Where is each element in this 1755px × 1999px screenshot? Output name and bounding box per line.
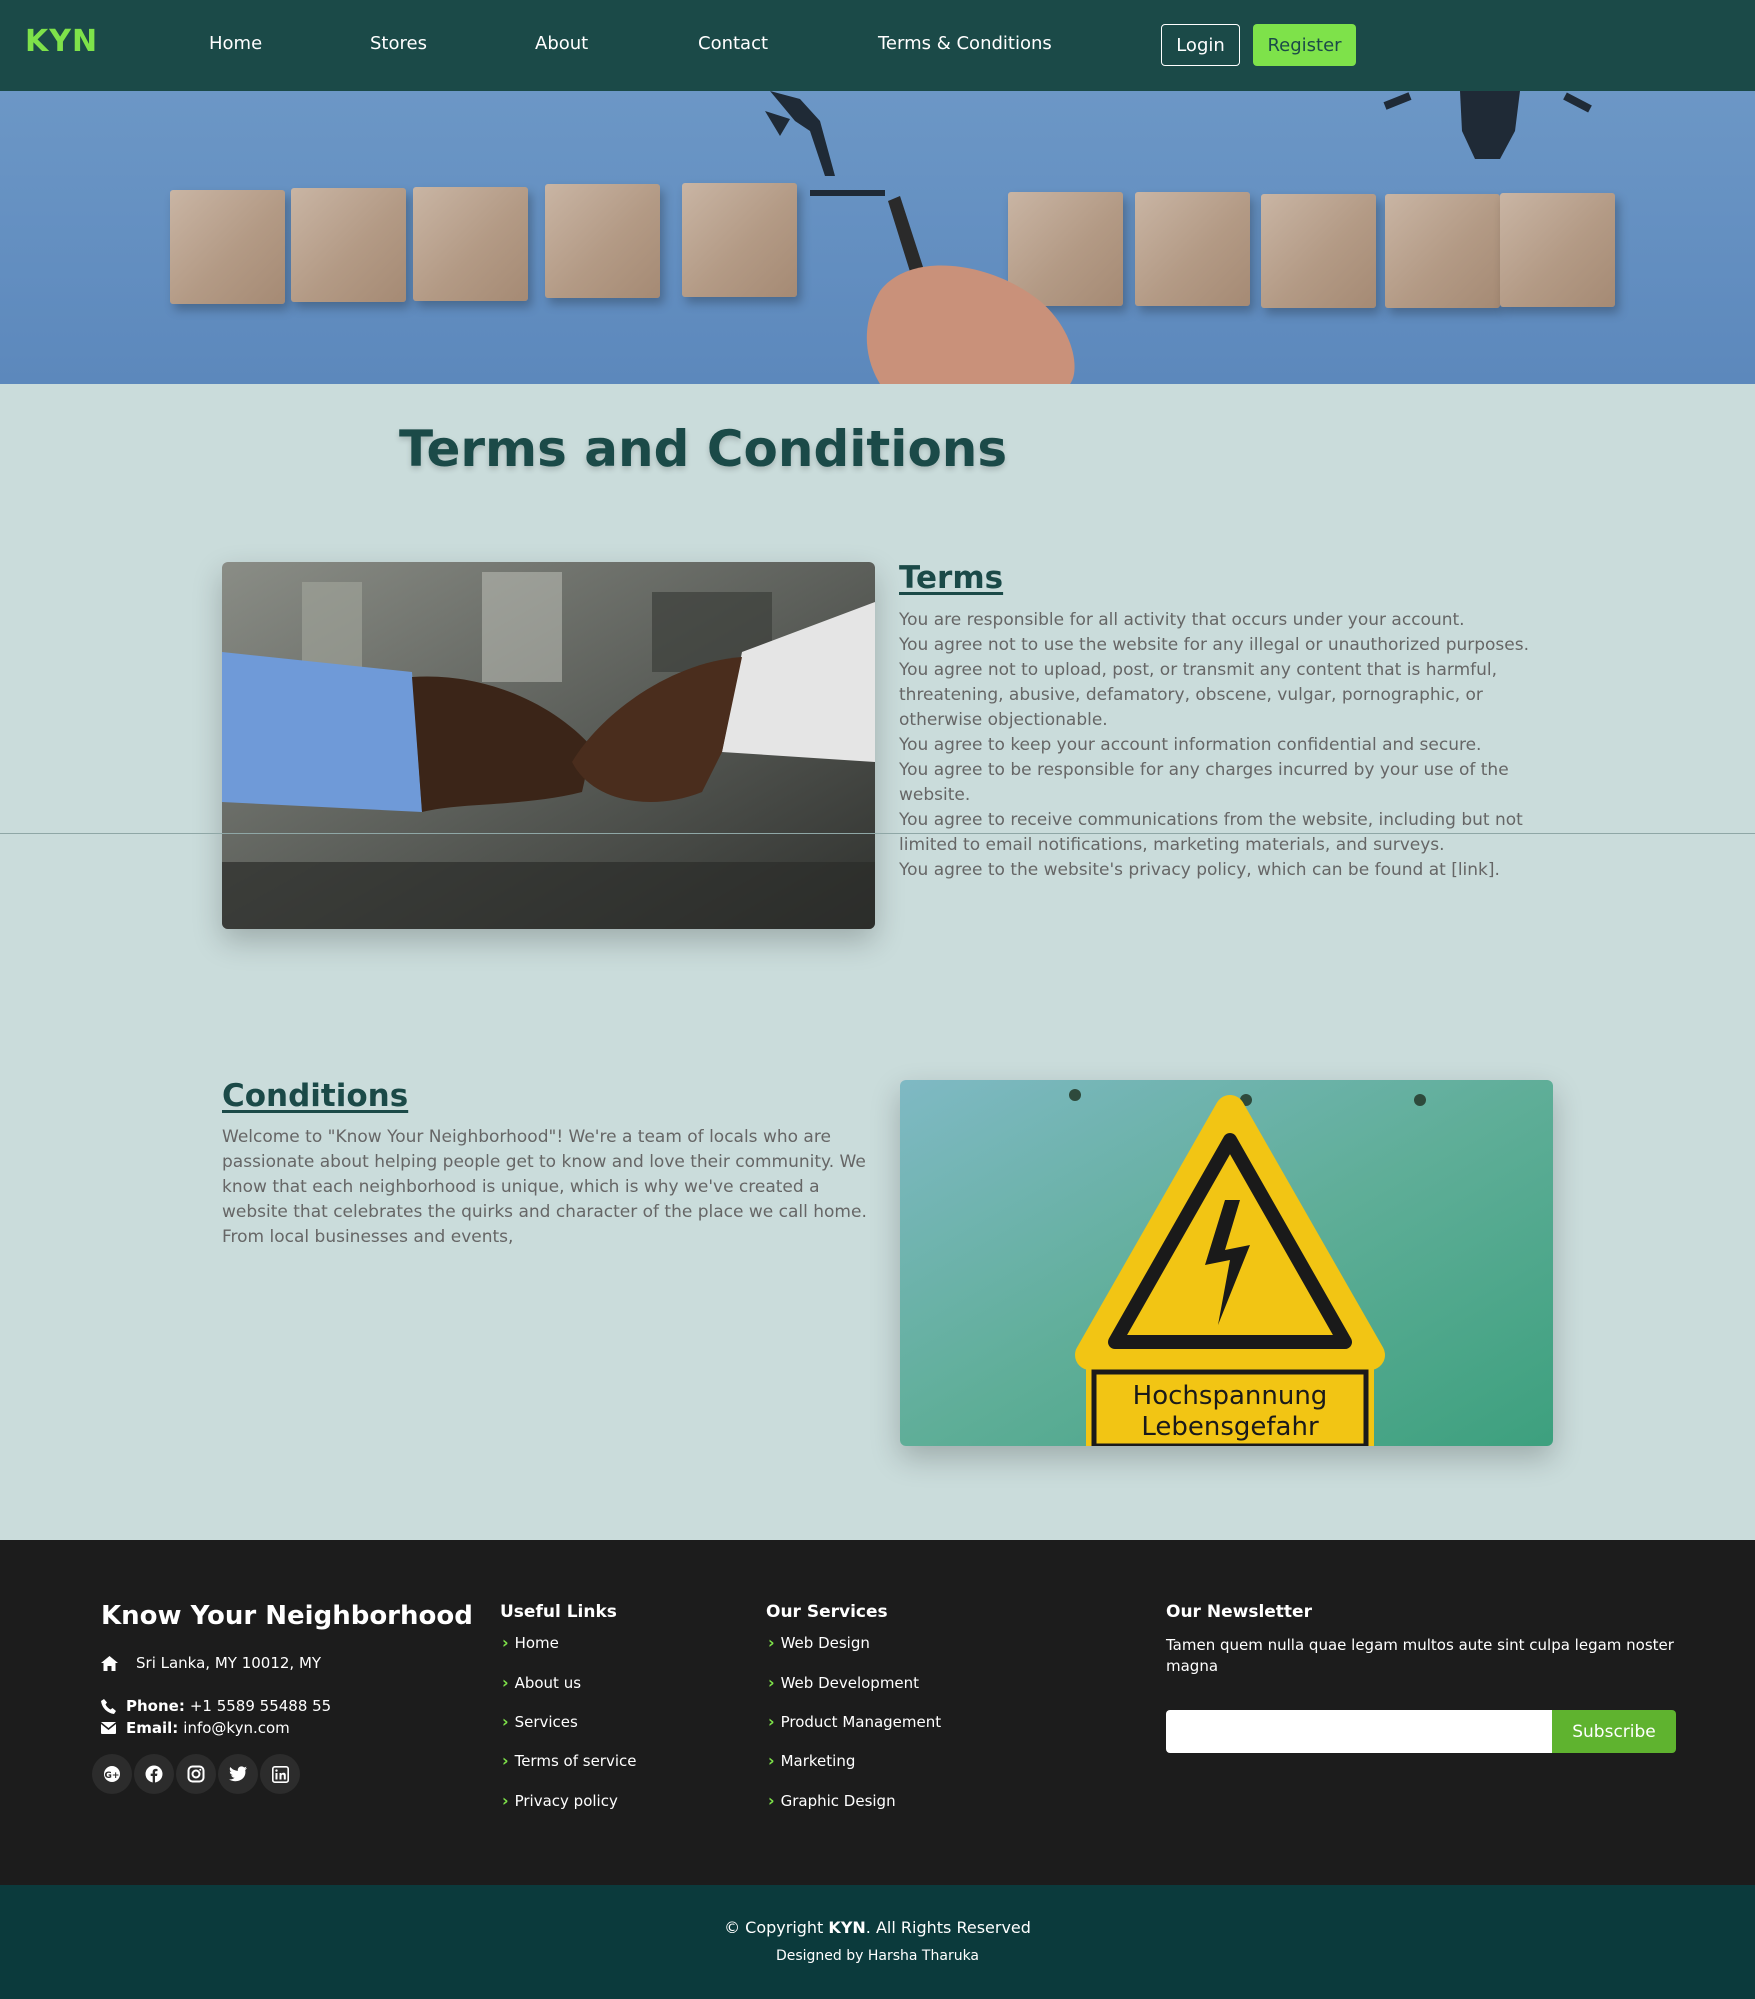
linkedin-icon[interactable] [260, 1754, 300, 1794]
email-label: Email: [126, 1719, 179, 1737]
hero-illustration [765, 91, 1592, 384]
newsletter-title: Our Newsletter [1166, 1602, 1312, 1622]
designer-credit: Designed by Harsha Tharuka [775, 1948, 980, 1964]
navbar: KYN Home Stores About Contact Terms & Co… [0, 0, 1755, 91]
login-button[interactable]: Login [1161, 24, 1240, 66]
chevron-right-icon: › [768, 1751, 775, 1770]
service-link-label: Web Design [780, 1633, 870, 1652]
terms-heading: Terms [899, 560, 1004, 596]
sign-text-line1: Hochspannung [1133, 1381, 1328, 1411]
footer-link-label: Privacy policy [514, 1791, 618, 1810]
phone-icon [101, 1698, 116, 1714]
footer-link-services[interactable]: › Services [502, 1712, 578, 1731]
chevron-right-icon: › [502, 1673, 509, 1692]
terms-line: You are responsible for all activity tha… [899, 610, 1465, 630]
phone-label: Phone: [126, 1697, 185, 1715]
facebook-icon[interactable] [134, 1754, 174, 1794]
page-title: Terms and Conditions [399, 420, 1008, 478]
footer: Know Your Neighborhood Sri Lanka, MY 100… [0, 1540, 1755, 1885]
chevron-right-icon: › [768, 1712, 775, 1731]
nav-link-terms[interactable]: Terms & Conditions [878, 33, 1052, 54]
home-icon [101, 1655, 118, 1671]
footer-address: Sri Lanka, MY 10012, MY [101, 1654, 321, 1672]
newsletter-email-input[interactable] [1166, 1710, 1552, 1753]
register-button[interactable]: Register [1253, 24, 1356, 66]
divider-line [0, 833, 1755, 834]
subscribe-button[interactable]: Subscribe [1552, 1710, 1676, 1753]
terms-line: You agree not to use the website for any… [899, 635, 1530, 655]
service-link-marketing[interactable]: › Marketing [768, 1751, 855, 1770]
footer-link-about[interactable]: › About us [502, 1673, 581, 1692]
nav-link-stores[interactable]: Stores [370, 33, 427, 54]
copyright-text: © Copyright KYN. All Rights Reserved [0, 1918, 1755, 1937]
service-link-label: Product Management [780, 1712, 942, 1731]
chevron-right-icon: › [502, 1751, 509, 1770]
conditions-paragraph: Welcome to "Know Your Neighborhood"! We'… [222, 1127, 867, 1247]
service-link-web-design[interactable]: › Web Design [768, 1633, 870, 1652]
footer-email: Email: info@kyn.com [101, 1719, 290, 1737]
terms-line: You agree to keep your account informati… [899, 735, 1482, 755]
twitter-icon[interactable] [218, 1754, 258, 1794]
chevron-right-icon: › [502, 1633, 509, 1652]
phone-value: +1 5589 55488 55 [189, 1697, 332, 1715]
svg-text:G+: G+ [105, 1771, 120, 1781]
warning-sign-image: Hochspannung Lebensgefahr [900, 1080, 1553, 1446]
footer-link-label: Terms of service [514, 1751, 637, 1770]
footer-link-home[interactable]: › Home [502, 1633, 559, 1652]
terms-line: You agree to the website's privacy polic… [899, 860, 1500, 880]
footer-link-label: Services [514, 1712, 578, 1731]
terms-line: You agree not to upload, post, or transm… [899, 660, 1498, 730]
nav-link-about[interactable]: About [535, 33, 588, 54]
footer-link-label: Home [514, 1633, 559, 1652]
footer-brand: Know Your Neighborhood [101, 1601, 473, 1631]
terms-list: You are responsible for all activity tha… [899, 608, 1559, 883]
nav-link-contact[interactable]: Contact [698, 33, 768, 54]
copyright-bar: © Copyright KYN. All Rights Reserved Des… [0, 1885, 1755, 1999]
footer-link-label: About us [514, 1673, 582, 1692]
chevron-right-icon: › [502, 1712, 509, 1731]
logo[interactable]: KYN [25, 24, 98, 59]
service-link-label: Graphic Design [780, 1791, 896, 1810]
mail-icon [101, 1722, 116, 1734]
sign-text-line2: Lebensgefahr [1141, 1412, 1319, 1442]
conditions-heading: Conditions [222, 1078, 409, 1114]
useful-links-title: Useful Links [500, 1602, 617, 1622]
service-link-label: Web Development [780, 1673, 920, 1692]
nav-link-home[interactable]: Home [209, 33, 262, 54]
chevron-right-icon: › [768, 1673, 775, 1692]
chevron-right-icon: › [768, 1791, 775, 1810]
service-link-label: Marketing [780, 1751, 856, 1770]
terms-line: You agree to be responsible for any char… [899, 760, 1509, 805]
hero-banner [0, 91, 1755, 384]
footer-phone: Phone: +1 5589 55488 55 [101, 1697, 331, 1715]
address-text: Sri Lanka, MY 10012, MY [136, 1654, 322, 1672]
footer-link-privacy[interactable]: › Privacy policy [502, 1791, 618, 1810]
newsletter-text: Tamen quem nulla quae legam multos aute … [1166, 1636, 1674, 1675]
chevron-right-icon: › [502, 1791, 509, 1810]
service-link-product[interactable]: › Product Management [768, 1712, 941, 1731]
google-plus-icon[interactable]: G+ [92, 1754, 132, 1794]
handshake-image [222, 562, 875, 929]
copyright-suffix: . All Rights Reserved [865, 1918, 1031, 1937]
service-link-graphic[interactable]: › Graphic Design [768, 1791, 896, 1810]
email-value: info@kyn.com [183, 1719, 290, 1737]
services-title: Our Services [766, 1602, 888, 1622]
copyright-prefix: © Copyright [724, 1918, 824, 1937]
instagram-icon[interactable] [176, 1754, 216, 1794]
service-link-web-dev[interactable]: › Web Development [768, 1673, 919, 1692]
conditions-text: Welcome to "Know Your Neighborhood"! We'… [222, 1125, 877, 1250]
chevron-right-icon: › [768, 1633, 775, 1652]
copyright-brand: KYN [828, 1918, 866, 1937]
footer-link-terms[interactable]: › Terms of service [502, 1751, 637, 1770]
